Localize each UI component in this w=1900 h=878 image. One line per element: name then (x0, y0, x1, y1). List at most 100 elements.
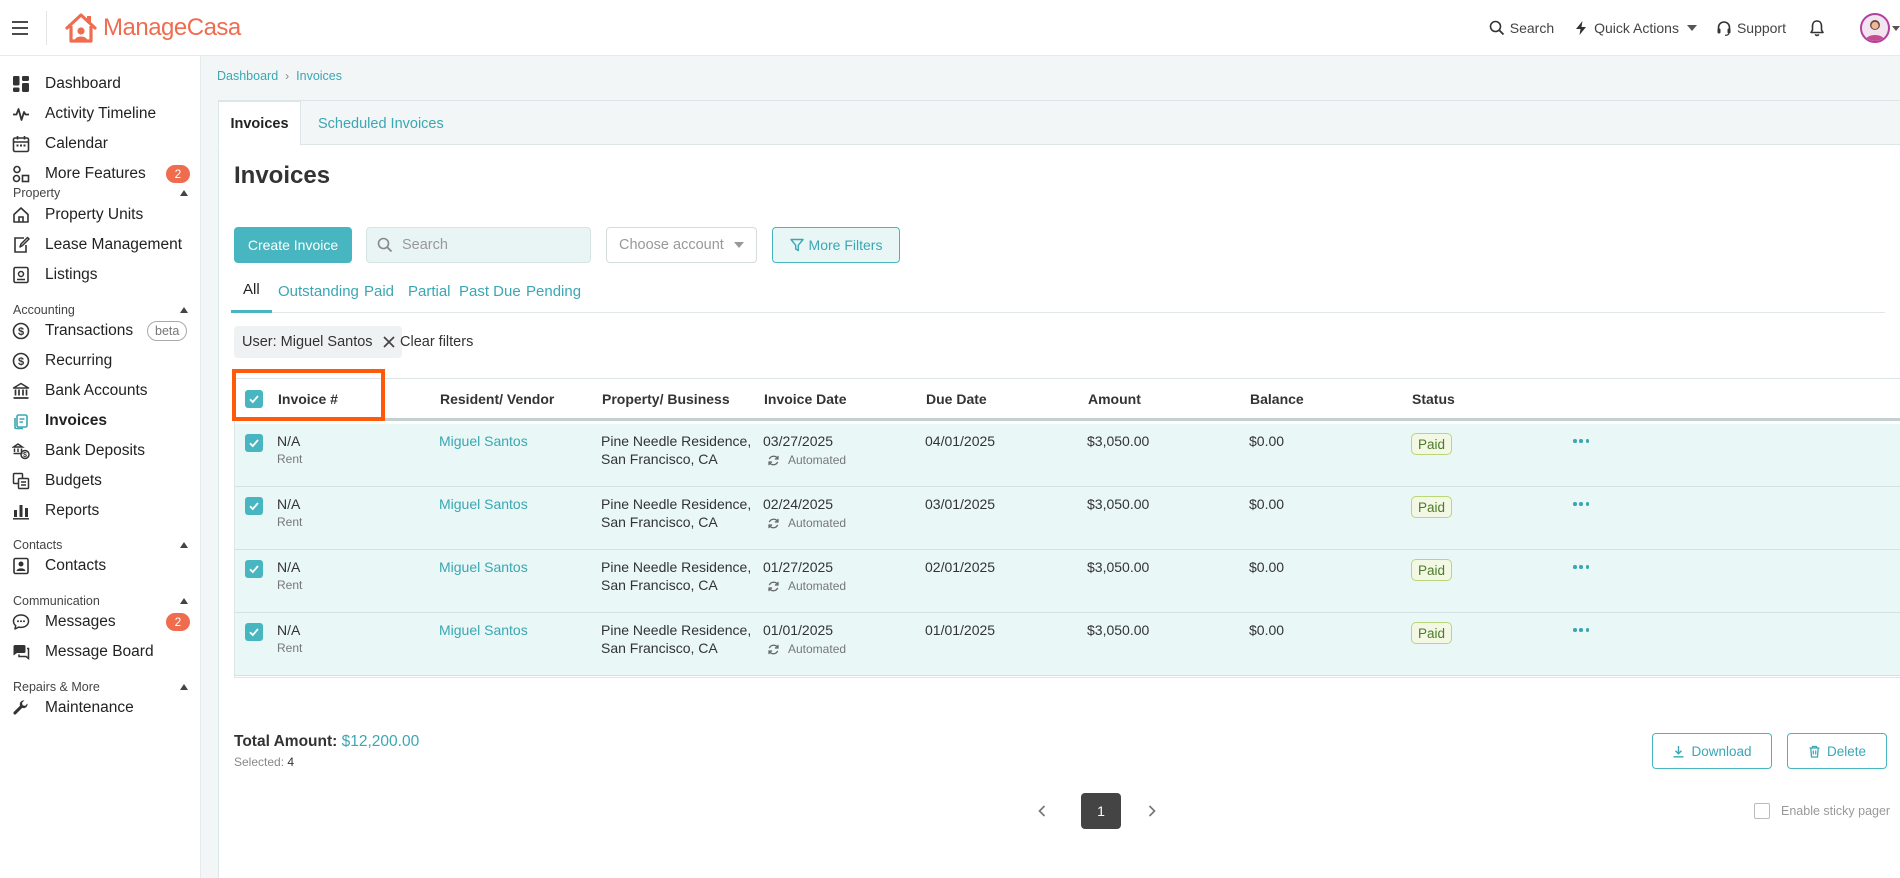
row-actions-more-icon[interactable] (1573, 502, 1589, 508)
column-header-invoice-date[interactable]: Invoice Date (764, 391, 846, 407)
row-actions-more-icon[interactable] (1573, 565, 1589, 571)
support-button[interactable]: Support (1716, 20, 1786, 36)
search-input[interactable] (402, 237, 582, 253)
sidebar-section-contacts[interactable]: Contacts (13, 538, 188, 552)
sidebar-item-label: Property Units (45, 206, 144, 223)
search-label: Search (1509, 20, 1555, 36)
row-actions-more-icon[interactable] (1573, 439, 1589, 445)
filter-chip-label: User: Miguel Santos (242, 334, 373, 350)
column-header-due-date[interactable]: Due Date (926, 391, 987, 407)
status-tab-pending[interactable]: Pending (526, 269, 581, 313)
sidebar-item-calendar[interactable]: Calendar (0, 129, 200, 159)
user-menu-chevron-icon[interactable] (1892, 25, 1900, 31)
brand-logo[interactable]: ManageCasa (63, 0, 241, 56)
sidebar-section-accounting[interactable]: Accounting (13, 303, 188, 317)
user-avatar[interactable] (1860, 13, 1890, 43)
status-tab-all[interactable]: All (231, 269, 272, 313)
table-row[interactable]: N/A Rent Miguel Santos Pine Needle Reside… (235, 487, 1900, 550)
sidebar-item-message-board[interactable]: Message Board (0, 637, 200, 667)
refresh-icon (768, 581, 779, 591)
chevron-down-icon (734, 242, 744, 248)
sidebar-item-label: Dashboard (45, 75, 121, 92)
quick-actions-button[interactable]: Quick Actions (1573, 20, 1697, 36)
table-row[interactable]: N/A Rent Miguel Santos Pine Needle Reside… (235, 613, 1900, 676)
header-divider (46, 10, 47, 45)
row-checkbox[interactable] (245, 560, 263, 578)
sidebar-item-budgets[interactable]: Budgets (0, 466, 200, 496)
invoice-number: N/A (277, 433, 301, 449)
more-filters-button[interactable]: More Filters (772, 227, 900, 263)
pager-prev-button[interactable] (1032, 793, 1052, 829)
column-header-status[interactable]: Status (1412, 391, 1455, 407)
sidebar-section-repairs[interactable]: Repairs & More (13, 680, 188, 694)
pager-next-button[interactable] (1142, 793, 1162, 829)
bell-icon (1810, 20, 1824, 37)
sidebar-item-transactions[interactable]: $ Transactions beta (0, 316, 200, 346)
create-invoice-button[interactable]: Create Invoice (234, 227, 352, 263)
column-header-property[interactable]: Property/ Business (602, 391, 730, 407)
sidebar-item-maintenance[interactable]: Maintenance (0, 693, 200, 723)
breadcrumb-current[interactable]: Invoices (296, 69, 342, 83)
delete-button[interactable]: Delete (1787, 733, 1887, 769)
table-row[interactable]: N/A Rent Miguel Santos Pine Needle Reside… (235, 424, 1900, 487)
global-search-button[interactable]: Search (1489, 20, 1554, 36)
sidebar-item-bank-accounts[interactable]: Bank Accounts (0, 376, 200, 406)
sticky-pager-checkbox[interactable] (1754, 803, 1770, 819)
sidebar-item-label: Maintenance (45, 699, 134, 716)
column-header-resident[interactable]: Resident/ Vendor (440, 391, 554, 407)
sidebar-item-more-features[interactable]: More Features 2 (0, 159, 200, 189)
sidebar-item-bank-deposits[interactable]: $ Bank Deposits (0, 436, 200, 466)
due-date: 04/01/2025 (925, 433, 996, 449)
lease-icon (14, 236, 30, 253)
column-header-balance[interactable]: Balance (1250, 391, 1304, 407)
status-tab-outstanding[interactable]: Outstanding (278, 269, 359, 313)
table-row[interactable]: N/A Rent Miguel Santos Pine Needle Reside… (235, 550, 1900, 613)
status-tab-partial[interactable]: Partial (408, 269, 451, 313)
sidebar-item-activity-timeline[interactable]: Activity Timeline (0, 99, 200, 129)
section-label: Repairs & More (13, 680, 100, 694)
sidebar-item-label: Bank Deposits (45, 442, 145, 459)
resident-link[interactable]: Miguel Santos (439, 495, 528, 513)
row-actions-more-icon[interactable] (1573, 628, 1589, 634)
column-header-amount[interactable]: Amount (1088, 391, 1141, 407)
close-icon[interactable] (382, 335, 396, 349)
sticky-pager-toggle[interactable]: Enable sticky pager (1754, 803, 1890, 819)
resident-link[interactable]: Miguel Santos (439, 621, 528, 639)
chevron-up-icon (180, 190, 188, 196)
invoice-date: 01/27/2025 (763, 559, 834, 575)
sidebar-section-property[interactable]: Property (13, 186, 188, 200)
property-cell: Pine Needle Residence, San Francisco, CA (601, 558, 751, 594)
sidebar-item-dashboard[interactable]: Dashboard (0, 69, 200, 99)
sidebar-section-communication[interactable]: Communication (13, 594, 188, 608)
home-icon (13, 207, 29, 223)
row-checkbox[interactable] (245, 434, 263, 452)
sidebar-item-listings[interactable]: Listings (0, 260, 200, 290)
tab-scheduled-invoices[interactable]: Scheduled Invoices (318, 101, 444, 146)
row-checkbox[interactable] (245, 623, 263, 641)
download-button[interactable]: Download (1652, 733, 1772, 769)
row-checkbox[interactable] (245, 497, 263, 515)
sidebar-item-property-units[interactable]: Property Units (0, 200, 200, 230)
status-tab-paid[interactable]: Paid (364, 269, 394, 313)
notification-badge: 2 (166, 165, 190, 183)
status-tab-past-due[interactable]: Past Due (459, 269, 521, 313)
choose-account-select[interactable]: Choose account (606, 227, 757, 263)
sidebar-item-messages[interactable]: Messages 2 (0, 607, 200, 637)
notifications-button[interactable] (1808, 19, 1832, 37)
sidebar-item-contacts[interactable]: Contacts (0, 551, 200, 581)
clear-filters-button[interactable]: Clear filters (400, 326, 473, 358)
menu-toggle-button[interactable] (0, 0, 40, 56)
resident-link[interactable]: Miguel Santos (439, 558, 528, 576)
pager-page-current[interactable]: 1 (1081, 793, 1121, 829)
breadcrumb-link-dashboard[interactable]: Dashboard (217, 69, 278, 83)
sidebar-item-label: Invoices (45, 412, 108, 429)
resident-link[interactable]: Miguel Santos (439, 432, 528, 450)
search-field[interactable] (366, 227, 591, 263)
chevron-right-icon: › (285, 69, 290, 83)
tab-invoices[interactable]: Invoices (218, 101, 301, 146)
sidebar-item-invoices[interactable]: Invoices (0, 406, 200, 436)
automated-tag: Automated (763, 451, 846, 469)
sidebar-item-recurring[interactable]: $ Recurring (0, 346, 200, 376)
sidebar-item-lease-management[interactable]: Lease Management (0, 230, 200, 260)
sidebar-item-reports[interactable]: Reports (0, 496, 200, 526)
